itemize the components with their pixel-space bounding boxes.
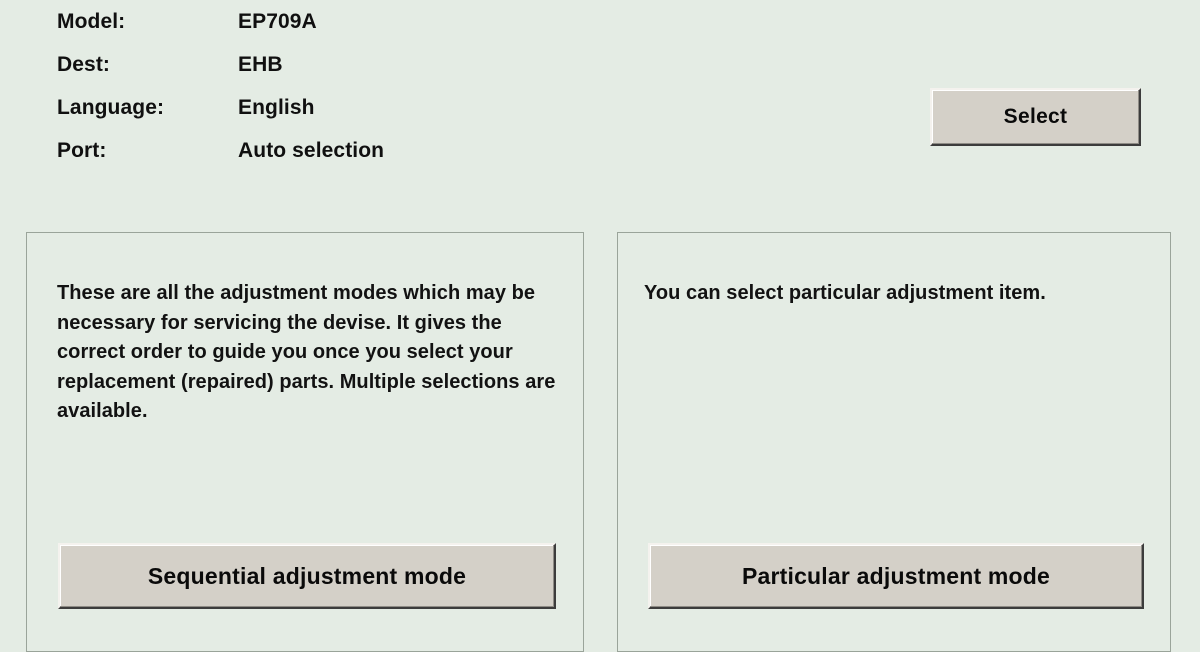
sequential-description-text: These are all the adjustment modes which… — [57, 282, 556, 422]
select-button[interactable]: Select — [930, 88, 1141, 146]
dest-value: EHB — [238, 52, 283, 76]
particular-adjustment-mode-button[interactable]: Particular adjustment mode — [648, 543, 1144, 609]
model-value: EP709A — [238, 9, 317, 33]
port-label: Port: — [57, 138, 107, 162]
port-value: Auto selection — [238, 138, 385, 162]
device-info-block: Model: EP709A Dest: EHB Language: Englis… — [57, 0, 757, 172]
language-label: Language: — [57, 95, 165, 119]
info-row-dest: Dest: EHB — [57, 43, 757, 86]
language-value: English — [238, 95, 315, 119]
info-row-model: Model: EP709A — [57, 0, 757, 43]
sequential-adjustment-mode-button[interactable]: Sequential adjustment mode — [58, 543, 556, 609]
dest-label: Dest: — [57, 52, 111, 76]
info-row-port: Port: Auto selection — [57, 129, 757, 172]
particular-description-text: You can select particular adjustment ite… — [644, 282, 1046, 304]
model-label: Model: — [57, 9, 126, 33]
info-row-language: Language: English — [57, 86, 757, 129]
